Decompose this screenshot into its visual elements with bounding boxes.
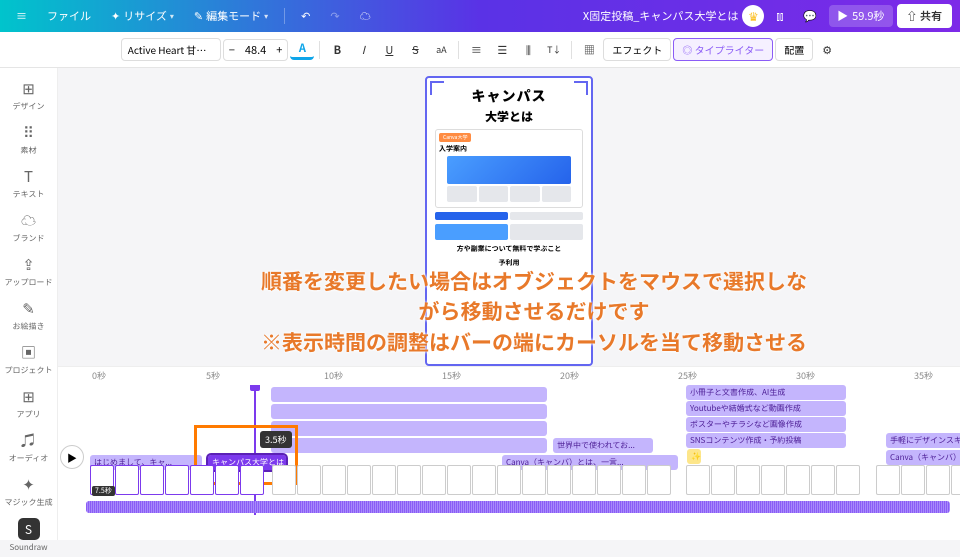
projects-icon: ▣ <box>21 342 36 363</box>
case-button[interactable]: aA <box>429 38 453 62</box>
track-clip[interactable]: Canva（キャンバ）のスキルを... <box>886 450 960 465</box>
scene-thumbnails[interactable]: 7.5秒 <box>90 465 264 495</box>
sidebar-item-magic[interactable]: ✦マジック生成 <box>0 470 57 512</box>
sidebar-item-audio[interactable]: ♫オーディオ <box>0 426 57 468</box>
audio-icon: ♫ <box>21 430 36 451</box>
duration-tooltip: 3.5秒 <box>260 431 292 448</box>
spacing-button[interactable]: ⫼ <box>516 38 540 62</box>
text-color-button[interactable]: A <box>290 40 314 60</box>
document-title[interactable]: X固定投稿_キャンパス大学とは <box>583 8 738 24</box>
font-size-value[interactable]: 48.4 <box>240 40 271 60</box>
cloud-sync-icon[interactable]: ☁ <box>352 4 379 28</box>
sidebar-item-brand[interactable]: ☁ブランド <box>0 206 57 248</box>
timeline[interactable]: ▶ 0秒 5秒 10秒 15秒 20秒 25秒 30秒 35秒 小冊子と文書作成… <box>58 366 960 540</box>
list-button[interactable]: ☰ <box>490 38 514 62</box>
redo-button[interactable]: ↷ <box>322 4 347 28</box>
text-toolbar: Active Heart 甘い... − 48.4 + A B I U S aA… <box>0 32 960 68</box>
top-bar: ≡ ファイル ✦ リサイズ ▾ ✎ 編集モード ▾ ↶ ↷ ☁ X固定投稿_キャ… <box>0 0 960 32</box>
track-clip[interactable] <box>271 404 547 419</box>
track-clip[interactable]: ポスターやチラシなど画像作成 <box>686 417 846 432</box>
design-icon: ⊞ <box>22 78 35 99</box>
sidebar-item-soundraw[interactable]: SSoundraw <box>0 514 57 557</box>
soundraw-icon: S <box>18 518 40 540</box>
draw-icon: ✎ <box>22 298 35 319</box>
file-menu[interactable]: ファイル <box>39 4 99 28</box>
track-clip[interactable] <box>271 421 547 436</box>
upload-icon: ⇪ <box>22 254 35 275</box>
scene-thumbnails[interactable] <box>876 465 960 495</box>
sidebar-item-design[interactable]: ⊞デザイン <box>0 74 57 116</box>
track-clip[interactable]: 世界中で使われてお... <box>553 438 653 453</box>
comment-button[interactable]: 💬 <box>795 4 825 28</box>
position-button[interactable]: 配置 <box>775 38 813 61</box>
align-button[interactable]: ≡ <box>464 38 488 62</box>
animate-button[interactable]: ◎ タイプライター <box>673 38 773 61</box>
sidebar-item-elements[interactable]: ⠿素材 <box>0 118 57 160</box>
italic-button[interactable]: I <box>351 38 375 62</box>
page-preview[interactable]: キャンパス 大学とは Canva大学 入学案内 方や副業について無料で学ぶこと … <box>425 76 593 366</box>
share-button[interactable]: ⇧ 共有 <box>897 4 953 28</box>
menu-button[interactable]: ≡ <box>8 4 35 28</box>
crown-icon[interactable]: ♛ <box>742 5 764 27</box>
sidebar-item-draw[interactable]: ✎お絵描き <box>0 294 57 336</box>
scene-thumbnails[interactable] <box>272 465 671 495</box>
track-clip[interactable]: ✨ <box>687 449 701 464</box>
magic-icon: ✦ <box>22 474 35 495</box>
brand-icon: ☁ <box>21 210 36 231</box>
effects-button[interactable]: エフェクト <box>603 38 671 61</box>
bold-button[interactable]: B <box>325 38 349 62</box>
left-sidebar: ⊞デザイン ⠿素材 Tテキスト ☁ブランド ⇪アップロード ✎お絵描き ▣プロジ… <box>0 68 58 540</box>
undo-button[interactable]: ↶ <box>293 4 318 28</box>
track-clip[interactable] <box>271 438 547 453</box>
font-size-stepper[interactable]: − 48.4 + <box>223 39 289 61</box>
more-options-button[interactable]: ⚙ <box>815 38 839 62</box>
preview-title: キャンパス <box>427 78 591 108</box>
canvas-stage[interactable]: キャンパス 大学とは Canva大学 入学案内 方や副業について無料で学ぶこと … <box>58 68 960 366</box>
transparency-button[interactable]: ▦ <box>577 38 601 62</box>
playhead[interactable] <box>254 385 256 515</box>
apps-icon: ⊞ <box>22 386 35 407</box>
track-clip[interactable]: Youtubeや結婚式など動画作成 <box>686 401 846 416</box>
timeline-play-button[interactable]: ▶ <box>60 445 84 469</box>
audio-track[interactable] <box>86 501 950 513</box>
resize-menu[interactable]: ✦ リサイズ ▾ <box>103 4 182 28</box>
analytics-button[interactable]: ⫾⫾ <box>768 4 791 28</box>
edit-mode-menu[interactable]: ✎ 編集モード ▾ <box>186 4 276 28</box>
track-clip[interactable] <box>271 387 547 402</box>
preview-title-2: 大学とは <box>427 108 591 125</box>
timeline-tracks[interactable]: 小冊子と文書作成、AI生成 Youtubeや結婚式など動画作成 ポスターやチラシ… <box>86 385 960 515</box>
track-clip[interactable]: 手軽にデザインスキルを... <box>886 433 960 448</box>
elements-icon: ⠿ <box>23 122 34 143</box>
font-size-increase[interactable]: + <box>271 40 287 60</box>
timeline-ruler: 0秒 5秒 10秒 15秒 20秒 25秒 30秒 35秒 <box>86 367 960 385</box>
font-selector[interactable]: Active Heart 甘い... <box>121 38 221 61</box>
font-size-decrease[interactable]: − <box>224 40 240 60</box>
sidebar-item-text[interactable]: Tテキスト <box>0 162 57 204</box>
text-icon: T <box>24 166 33 187</box>
track-clip[interactable]: SNSコンテンツ作成・予約投稿 <box>686 433 846 448</box>
vertical-text-button[interactable]: T↓ <box>542 38 566 62</box>
scene-thumbnails[interactable] <box>686 465 860 495</box>
track-clip[interactable]: 小冊子と文書作成、AI生成 <box>686 385 846 400</box>
strikethrough-button[interactable]: S <box>403 38 427 62</box>
sidebar-item-projects[interactable]: ▣プロジェクト <box>0 338 57 380</box>
sidebar-item-apps[interactable]: ⊞アプリ <box>0 382 57 424</box>
underline-button[interactable]: U <box>377 38 401 62</box>
sidebar-item-upload[interactable]: ⇪アップロード <box>0 250 57 292</box>
play-button[interactable]: ▶ 59.9秒 <box>829 5 892 27</box>
